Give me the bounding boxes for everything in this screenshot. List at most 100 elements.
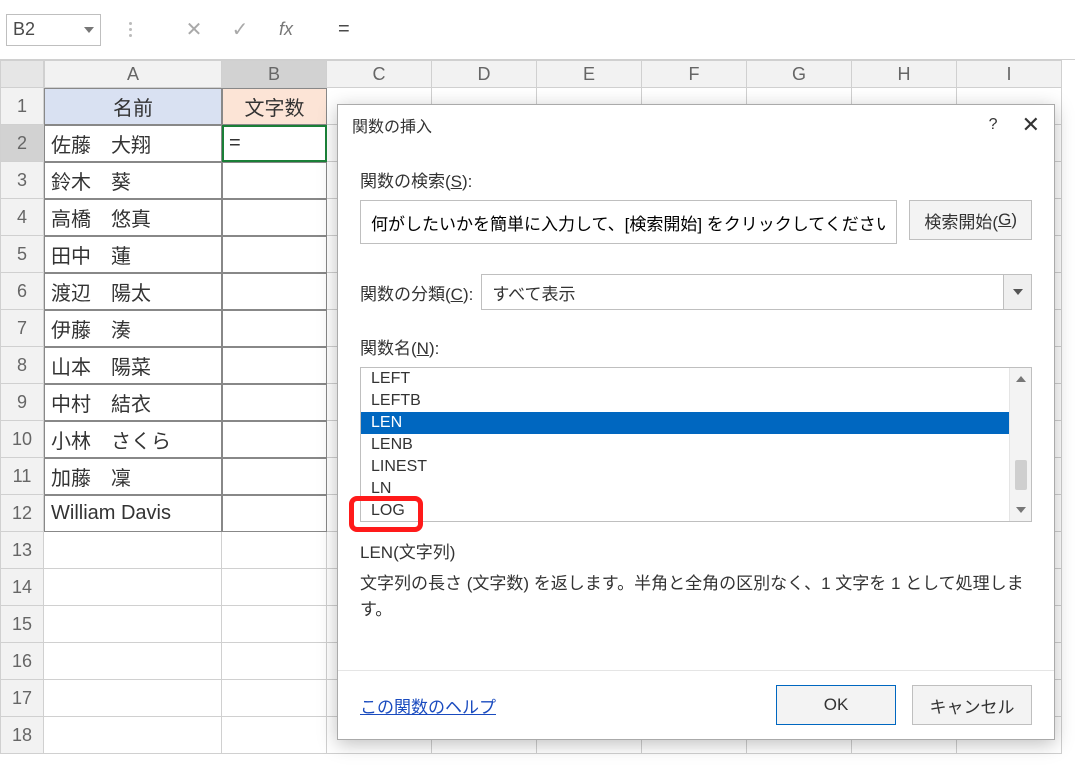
- row-header[interactable]: 18: [0, 717, 44, 754]
- cell[interactable]: [222, 680, 327, 717]
- cell[interactable]: 山本 陽菜: [44, 347, 222, 384]
- cell[interactable]: [222, 310, 327, 347]
- insert-function-button[interactable]: fx: [272, 16, 300, 44]
- cell[interactable]: [222, 384, 327, 421]
- row-header[interactable]: 6: [0, 273, 44, 310]
- insert-function-dialog: 関数の挿入 ? ✕ 関数の検索(S): 検索開始(G) 関数の分類(C): すべ…: [337, 104, 1055, 740]
- cell[interactable]: =: [222, 125, 327, 162]
- cell[interactable]: [44, 643, 222, 680]
- column-header[interactable]: C: [327, 60, 432, 88]
- column-header[interactable]: B: [222, 60, 327, 88]
- search-go-button[interactable]: 検索開始(G): [909, 200, 1032, 240]
- cell[interactable]: [222, 199, 327, 236]
- row-header[interactable]: 10: [0, 421, 44, 458]
- cell[interactable]: 渡辺 陽太: [44, 273, 222, 310]
- scroll-thumb[interactable]: [1015, 460, 1027, 490]
- cell[interactable]: [44, 606, 222, 643]
- cell[interactable]: [222, 495, 327, 532]
- list-item[interactable]: LEN: [361, 412, 1009, 434]
- row-header[interactable]: 12: [0, 495, 44, 532]
- row-header[interactable]: 1: [0, 88, 44, 125]
- category-value: すべて表示: [492, 280, 575, 305]
- function-list[interactable]: LEFTLEFTBLENLENBLINESTLNLOG: [361, 368, 1009, 521]
- function-list-container: LEFTLEFTBLENLENBLINESTLNLOG: [360, 367, 1032, 522]
- cell[interactable]: 小林 さくら: [44, 421, 222, 458]
- cell[interactable]: 名前: [44, 88, 222, 125]
- cell[interactable]: [222, 532, 327, 569]
- column-header[interactable]: F: [642, 60, 747, 88]
- cell[interactable]: [44, 717, 222, 754]
- cell[interactable]: [222, 421, 327, 458]
- column-header[interactable]: H: [852, 60, 957, 88]
- cell[interactable]: [222, 273, 327, 310]
- function-list-label: 関数名(N):: [360, 334, 1032, 359]
- category-select[interactable]: すべて表示: [481, 274, 1032, 310]
- column-header[interactable]: D: [432, 60, 537, 88]
- cell[interactable]: 高橋 悠真: [44, 199, 222, 236]
- ok-button[interactable]: OK: [776, 685, 896, 725]
- row-header[interactable]: 9: [0, 384, 44, 421]
- row-header[interactable]: 3: [0, 162, 44, 199]
- search-input[interactable]: [360, 200, 897, 244]
- search-label: 関数の検索(S):: [360, 167, 1032, 192]
- cell[interactable]: 文字数: [222, 88, 327, 125]
- scroll-up-icon[interactable]: [1010, 368, 1031, 390]
- row-header[interactable]: 17: [0, 680, 44, 717]
- cell[interactable]: 佐藤 大翔: [44, 125, 222, 162]
- row-header[interactable]: 2: [0, 125, 44, 162]
- list-item[interactable]: LEFTB: [361, 390, 1009, 412]
- cell[interactable]: 伊藤 湊: [44, 310, 222, 347]
- name-box-value: B2: [13, 19, 35, 40]
- cell[interactable]: [44, 569, 222, 606]
- column-header[interactable]: I: [957, 60, 1062, 88]
- row-header[interactable]: 4: [0, 199, 44, 236]
- help-icon[interactable]: ?: [989, 116, 998, 134]
- cell[interactable]: [222, 717, 327, 754]
- row-header[interactable]: 7: [0, 310, 44, 347]
- help-link[interactable]: この関数のヘルプ: [360, 693, 496, 718]
- cancel-formula-button[interactable]: ✕: [180, 16, 208, 44]
- cell[interactable]: [44, 532, 222, 569]
- column-header[interactable]: G: [747, 60, 852, 88]
- dialog-title: 関数の挿入: [352, 113, 432, 137]
- cell[interactable]: [222, 236, 327, 273]
- cell[interactable]: 鈴木 葵: [44, 162, 222, 199]
- scrollbar[interactable]: [1009, 368, 1031, 521]
- cell[interactable]: [222, 569, 327, 606]
- cell[interactable]: [222, 347, 327, 384]
- cell[interactable]: [222, 162, 327, 199]
- list-item[interactable]: LINEST: [361, 456, 1009, 478]
- cell[interactable]: 田中 蓮: [44, 236, 222, 273]
- row-header[interactable]: 13: [0, 532, 44, 569]
- cell[interactable]: [44, 680, 222, 717]
- cell[interactable]: [222, 643, 327, 680]
- cell[interactable]: [222, 458, 327, 495]
- formula-bar-input[interactable]: =: [338, 18, 350, 41]
- row-header[interactable]: 11: [0, 458, 44, 495]
- list-item[interactable]: LENB: [361, 434, 1009, 456]
- cell[interactable]: 加藤 凜: [44, 458, 222, 495]
- row-header[interactable]: 8: [0, 347, 44, 384]
- dialog-titlebar[interactable]: 関数の挿入 ? ✕: [338, 105, 1054, 145]
- close-icon[interactable]: ✕: [1022, 112, 1040, 138]
- cell[interactable]: 中村 結衣: [44, 384, 222, 421]
- column-header[interactable]: E: [537, 60, 642, 88]
- list-item[interactable]: LOG: [361, 500, 1009, 521]
- select-all-corner[interactable]: [0, 60, 44, 88]
- row-header[interactable]: 15: [0, 606, 44, 643]
- confirm-formula-button[interactable]: ✓: [226, 16, 254, 44]
- drag-handle-icon: [129, 22, 132, 37]
- cancel-button[interactable]: キャンセル: [912, 685, 1032, 725]
- list-item[interactable]: LEFT: [361, 368, 1009, 390]
- name-box[interactable]: B2: [6, 14, 101, 46]
- function-description: 文字列の長さ (文字数) を返します。半角と全角の区別なく、1 文字を 1 とし…: [360, 571, 1032, 622]
- cell[interactable]: William Davis: [44, 495, 222, 532]
- chevron-down-icon[interactable]: [1003, 275, 1031, 309]
- column-header[interactable]: A: [44, 60, 222, 88]
- row-header[interactable]: 14: [0, 569, 44, 606]
- row-header[interactable]: 16: [0, 643, 44, 680]
- row-header[interactable]: 5: [0, 236, 44, 273]
- scroll-down-icon[interactable]: [1010, 499, 1031, 521]
- list-item[interactable]: LN: [361, 478, 1009, 500]
- cell[interactable]: [222, 606, 327, 643]
